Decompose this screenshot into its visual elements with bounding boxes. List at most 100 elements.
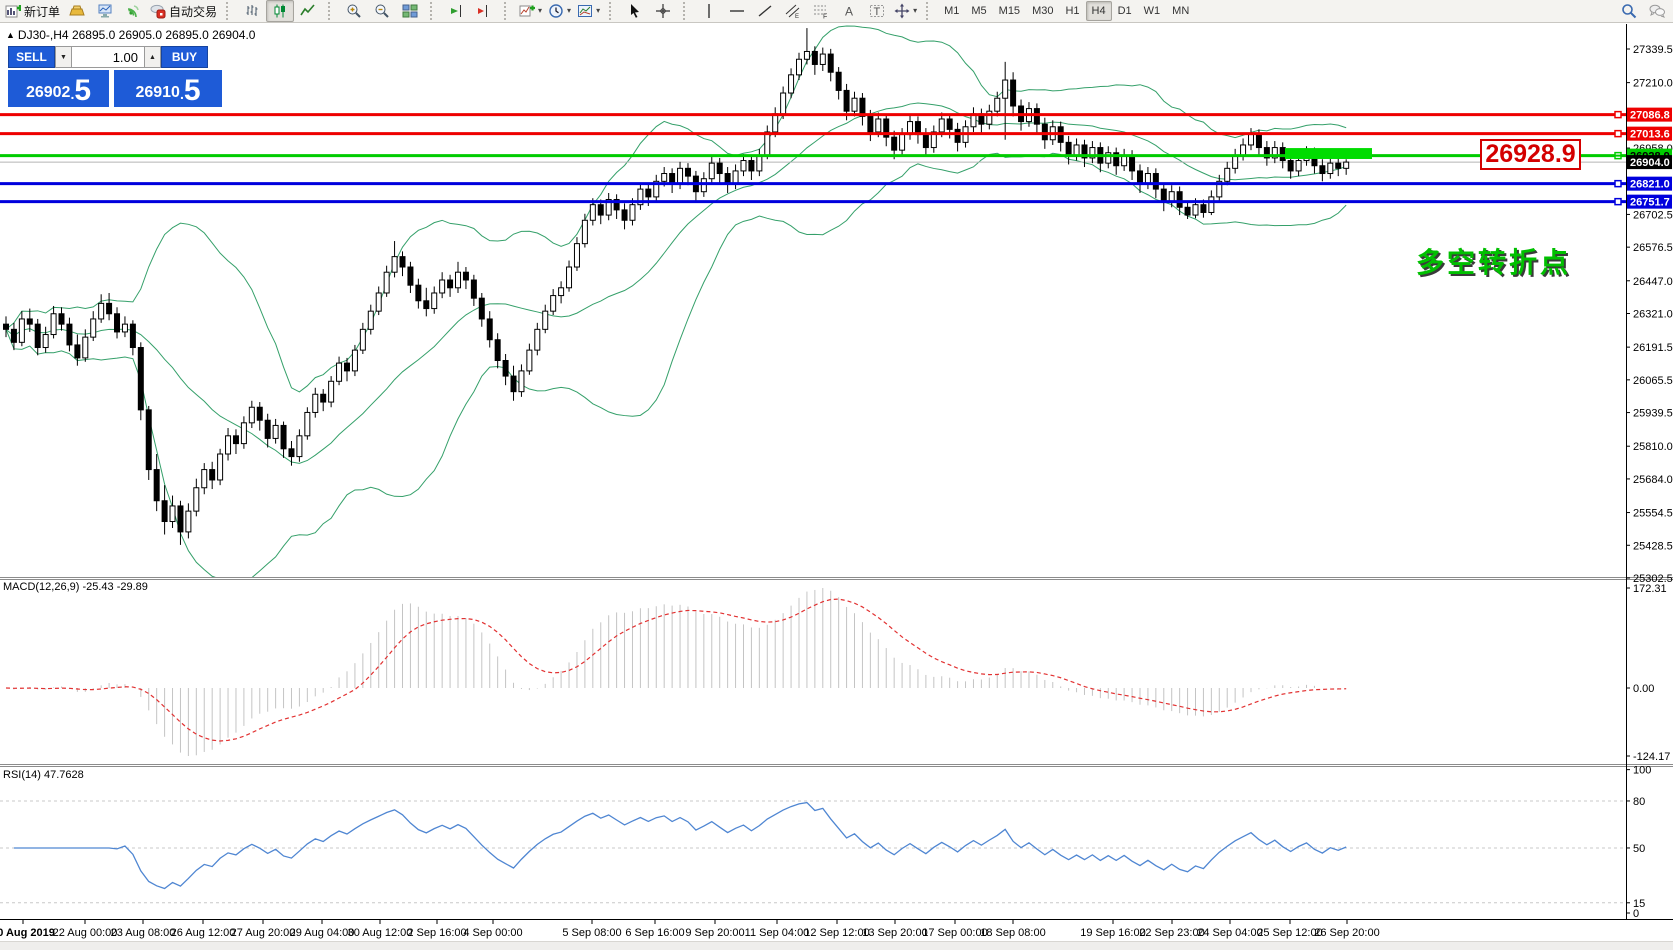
tab-mn[interactable]: MN	[1166, 1, 1195, 21]
chart-canvas[interactable]: 27339.527210.026958.026702.526576.526447…	[0, 24, 1673, 950]
buy-price-big-digit: 5	[184, 75, 201, 107]
tab-m1[interactable]: M1	[938, 1, 965, 21]
label-tool-button[interactable]: T	[863, 0, 891, 22]
arrows-tool-button[interactable]: ▾	[891, 0, 920, 22]
svg-text:26321.0: 26321.0	[1633, 309, 1673, 321]
svg-text:9 Sep 20:00: 9 Sep 20:00	[685, 927, 744, 939]
turning-point-annotation[interactable]: 多空转折点	[1416, 241, 1571, 281]
auto-scroll-button[interactable]	[442, 0, 470, 22]
indicators-button[interactable]: ▾	[516, 0, 545, 22]
autotrading-button[interactable]: 自动交易	[147, 0, 220, 22]
line-chart-icon	[300, 3, 316, 19]
macd-indicator-label: MACD(12,26,9) -25.43 -29.89	[3, 581, 148, 593]
gold-market-icon	[69, 3, 85, 19]
market-button[interactable]	[63, 0, 91, 22]
text-tool-button[interactable]: A	[835, 0, 863, 22]
rsi-indicator-label: RSI(14) 47.7628	[3, 769, 84, 781]
signals-button[interactable]	[119, 0, 147, 22]
volume-increase-button[interactable]: ▲	[144, 46, 161, 68]
candlestick-chart-button[interactable]	[266, 0, 294, 22]
fibonacci-tool-button[interactable]: F	[807, 0, 835, 22]
tab-w1[interactable]: W1	[1138, 1, 1167, 21]
svg-text:26821.0: 26821.0	[1630, 179, 1670, 191]
collapse-panel-icon[interactable]: ▲	[6, 30, 15, 40]
cursor-icon	[627, 3, 643, 19]
svg-text:22 Aug 00:00: 22 Aug 00:00	[53, 927, 118, 939]
toolbar-separator	[430, 2, 438, 20]
svg-text:80: 80	[1633, 796, 1645, 808]
tab-m15[interactable]: M15	[993, 1, 1026, 21]
tab-m5[interactable]: M5	[965, 1, 992, 21]
svg-text:26447.0: 26447.0	[1633, 276, 1673, 288]
add-indicator-icon	[519, 3, 535, 19]
periods-caret-icon: ▾	[567, 7, 571, 15]
toolbar-separator	[504, 2, 512, 20]
svg-text:25684.0: 25684.0	[1633, 474, 1673, 486]
buy-button[interactable]: BUY	[161, 46, 208, 68]
svg-text:26702.5: 26702.5	[1633, 209, 1673, 221]
virtual-hosting-button[interactable]	[91, 0, 119, 22]
buy-price-button[interactable]: 26910.5	[114, 70, 222, 107]
line-chart-button[interactable]	[294, 0, 322, 22]
trendline-tool-button[interactable]	[751, 0, 779, 22]
new-order-button[interactable]: 新订单	[2, 0, 63, 22]
bar-chart-icon	[244, 3, 260, 19]
candlestick-chart-icon	[272, 3, 288, 19]
price-callout-label[interactable]: 26928.9	[1480, 139, 1581, 170]
svg-text:26576.5: 26576.5	[1633, 242, 1673, 254]
svg-text:0: 0	[1633, 908, 1639, 920]
sell-price-big-digit: 5	[74, 75, 91, 107]
templates-button[interactable]: ▾	[574, 0, 603, 22]
svg-text:27086.8: 27086.8	[1630, 110, 1670, 122]
vertical-line-icon	[701, 3, 717, 19]
tile-windows-button[interactable]	[396, 0, 424, 22]
toolbar-separator	[226, 2, 234, 20]
zoom-out-icon	[374, 3, 390, 19]
chat-bubbles-icon	[1649, 3, 1665, 19]
search-button[interactable]	[1615, 0, 1643, 22]
horizontal-line-tool-button[interactable]	[723, 0, 751, 22]
svg-text:27013.6: 27013.6	[1630, 129, 1670, 141]
periods-button[interactable]: ▾	[545, 0, 574, 22]
chart-shift-button[interactable]	[470, 0, 498, 22]
toolbar-separator	[683, 2, 691, 20]
sell-price-button[interactable]: 26902.5	[8, 70, 109, 107]
one-click-trading-panel: SELL ▼ ▲ BUY 26902.5 26910.5	[8, 46, 222, 107]
svg-text:25428.5: 25428.5	[1633, 540, 1673, 552]
arrows-caret-icon: ▾	[913, 7, 917, 15]
zoom-out-button[interactable]	[368, 0, 396, 22]
community-button[interactable]	[1643, 0, 1671, 22]
volume-input[interactable]	[72, 46, 144, 68]
svg-text:30 Aug 12:00: 30 Aug 12:00	[348, 927, 413, 939]
buy-price-main: 26910	[135, 84, 180, 107]
svg-text:100: 100	[1633, 765, 1651, 777]
tab-d1[interactable]: D1	[1112, 1, 1138, 21]
trendline-icon	[757, 3, 773, 19]
text-label-icon: T	[869, 3, 885, 19]
zoom-in-icon	[346, 3, 362, 19]
svg-text:26751.7: 26751.7	[1630, 197, 1670, 209]
volume-decrease-button[interactable]: ▼	[55, 46, 72, 68]
svg-text:T: T	[874, 6, 881, 18]
sell-button[interactable]: SELL	[8, 46, 55, 68]
cursor-tool-button[interactable]	[621, 0, 649, 22]
vertical-line-tool-button[interactable]	[695, 0, 723, 22]
svg-text:6 Sep 16:00: 6 Sep 16:00	[625, 927, 684, 939]
zoom-in-button[interactable]	[340, 0, 368, 22]
tab-m30[interactable]: M30	[1026, 1, 1059, 21]
bar-chart-button[interactable]	[238, 0, 266, 22]
svg-text:29 Aug 04:00: 29 Aug 04:00	[290, 927, 355, 939]
indicators-caret-icon: ▾	[538, 7, 542, 15]
tab-h4[interactable]: H4	[1086, 1, 1112, 21]
arrows-icon	[894, 3, 910, 19]
toolbar: 新订单 自动交易 ▾ ▾	[0, 0, 1673, 23]
svg-text:50: 50	[1633, 843, 1645, 855]
svg-text:22 Sep 23:00: 22 Sep 23:00	[1139, 927, 1204, 939]
symbol-ohlc-text: DJ30-,H4 26895.0 26905.0 26895.0 26904.0	[18, 28, 256, 42]
chart-shift-icon	[476, 3, 492, 19]
crosshair-tool-button[interactable]	[649, 0, 677, 22]
chart-template-icon	[577, 3, 593, 19]
channel-tool-button[interactable]: E	[779, 0, 807, 22]
tab-h1[interactable]: H1	[1059, 1, 1085, 21]
svg-text:24 Sep 04:00: 24 Sep 04:00	[1197, 927, 1262, 939]
